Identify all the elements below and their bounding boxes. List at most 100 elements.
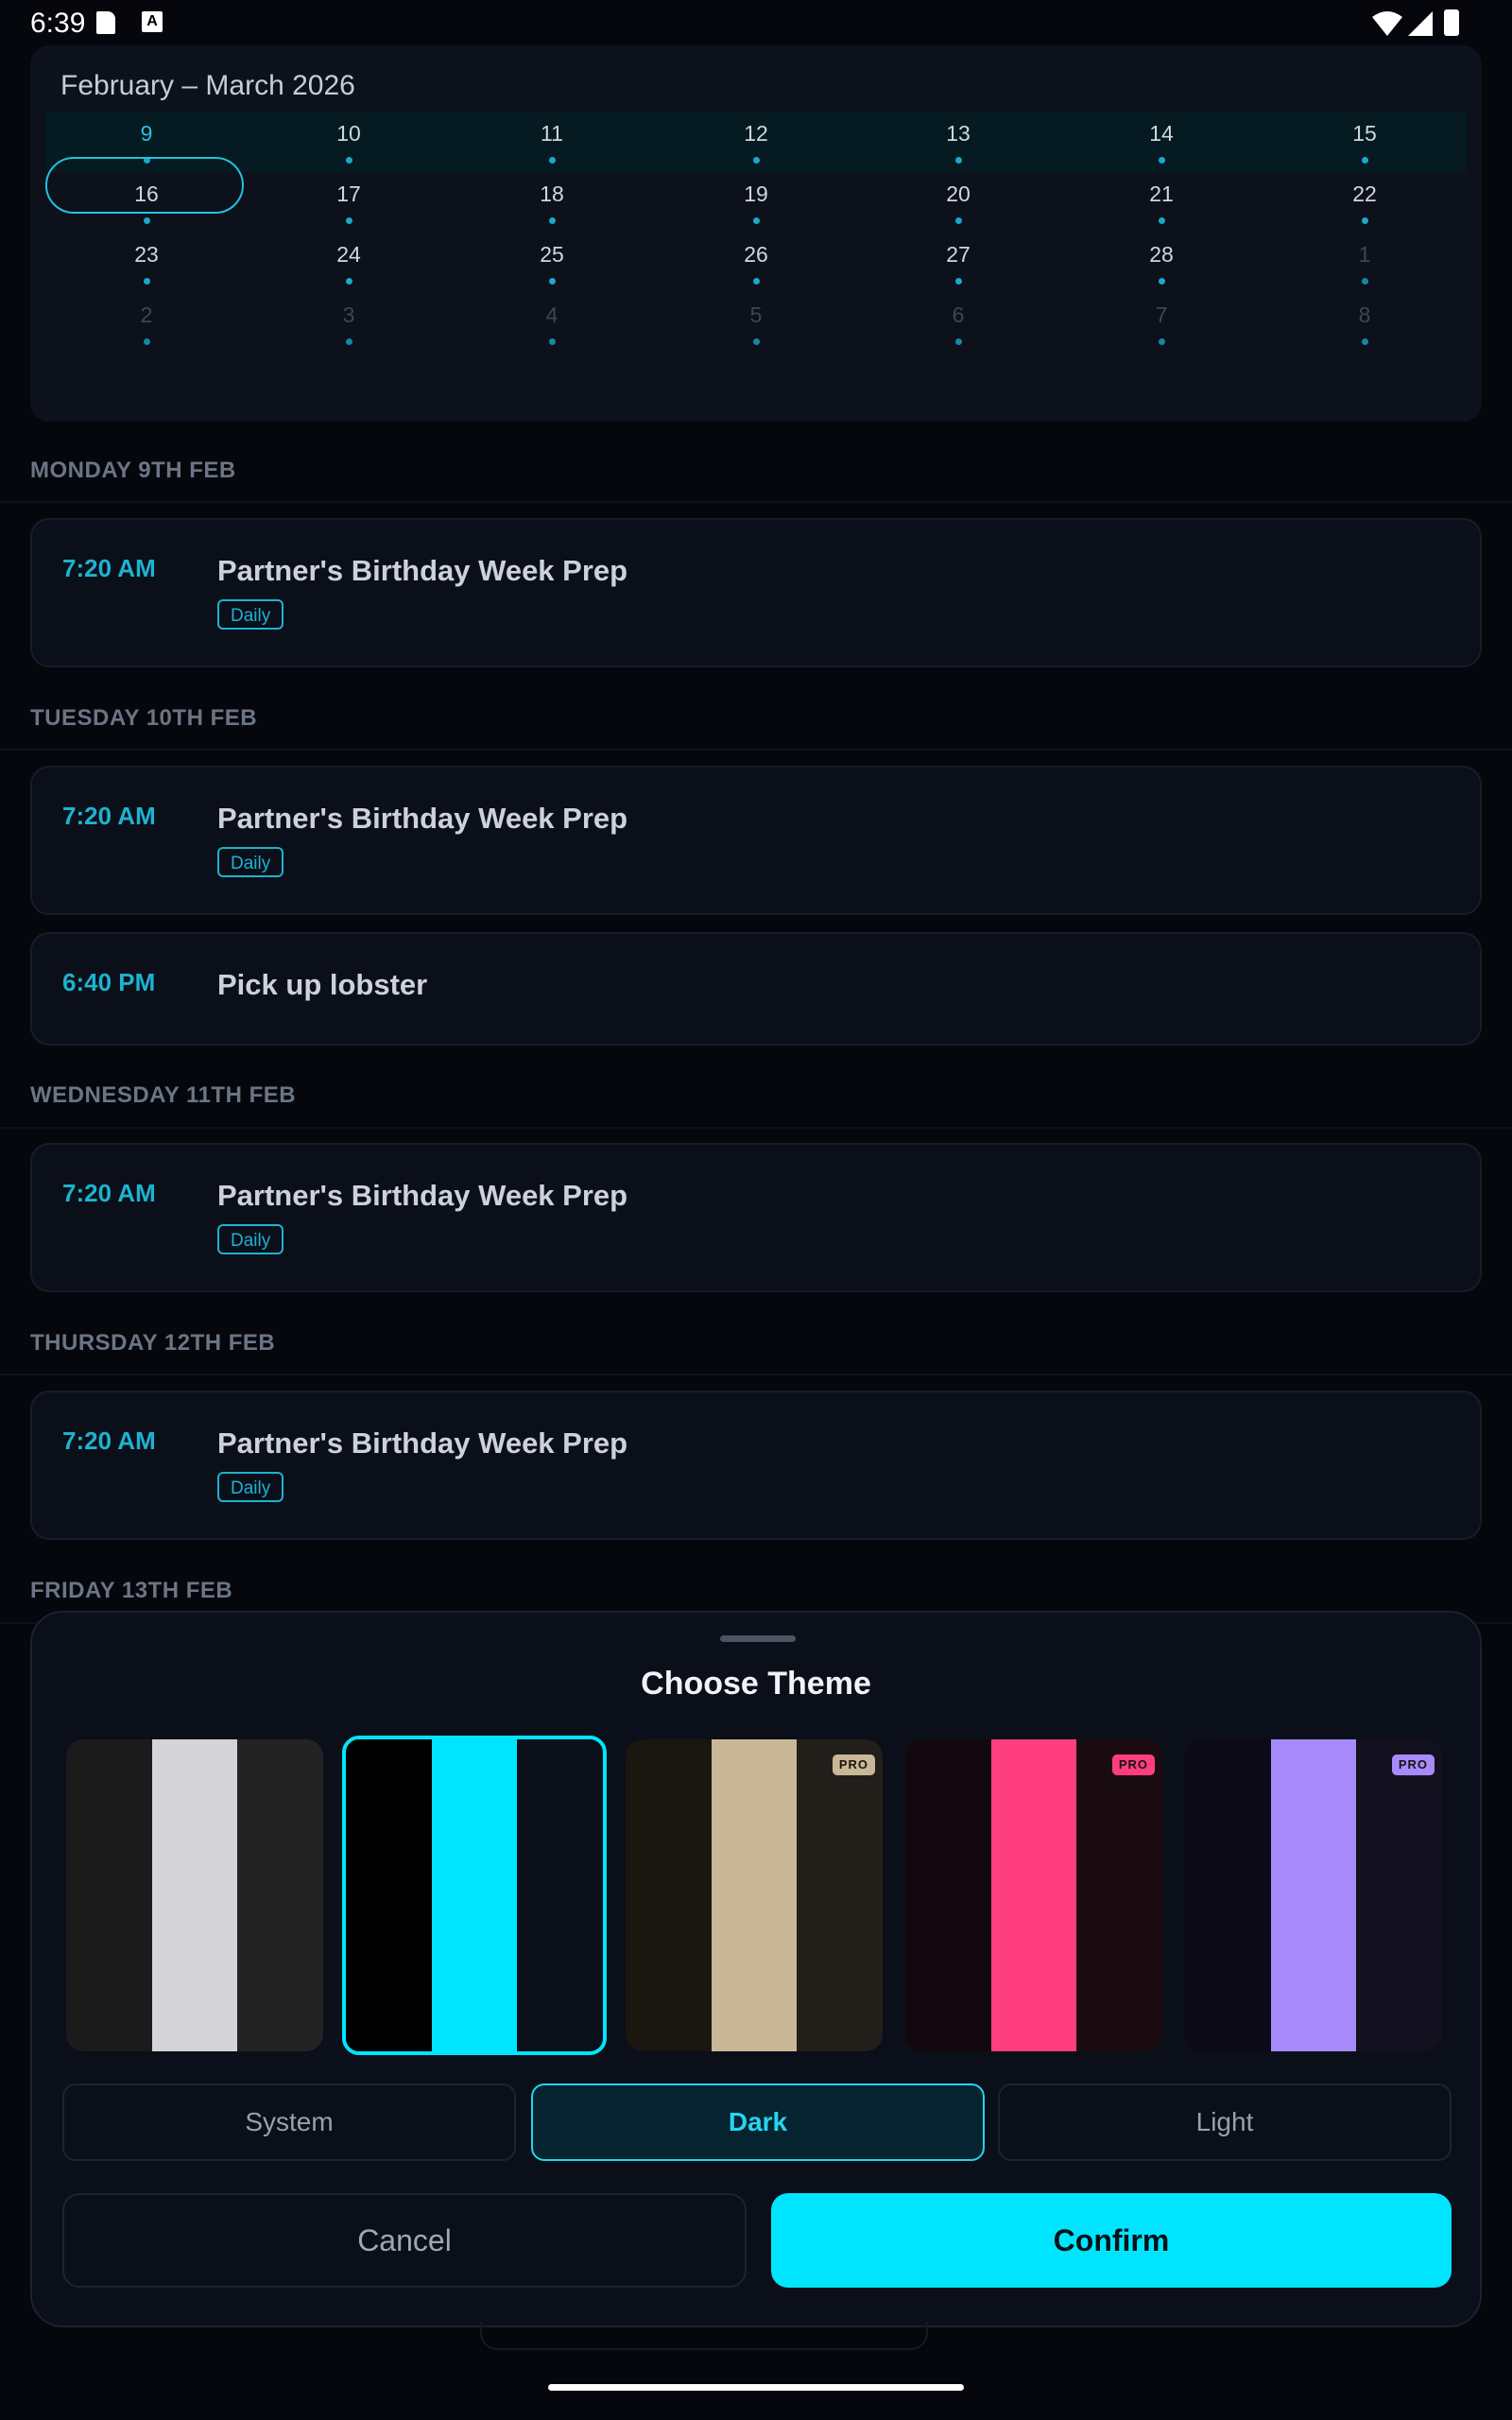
day-number: 21	[1149, 182, 1174, 206]
calendar-day[interactable]: 19	[699, 182, 813, 229]
swatch-color-band	[1076, 1739, 1162, 2051]
event-time: 7:20 AM	[62, 554, 156, 582]
day-number: 25	[540, 242, 564, 267]
calendar-week-row: 16 17 18 19 20 21 22	[45, 172, 1467, 233]
event-dot	[955, 278, 962, 285]
calendar-week-row: 9 10 11 12 13 14 15	[45, 112, 1467, 172]
theme-swatch[interactable]: PRO	[905, 1739, 1162, 2051]
section-divider	[0, 749, 1512, 751]
calendar-day[interactable]: 13	[902, 121, 1015, 168]
calendar-day[interactable]: 22	[1308, 182, 1421, 229]
event-card[interactable]: 7:20 AM Partner's Birthday Week Prep Daily	[30, 518, 1482, 667]
swatch-color-band	[1356, 1739, 1442, 2051]
swatch-color-band	[626, 1739, 712, 2051]
theme-bottom-sheet: Choose Theme PRO PRO PRO System Dark Light C…	[30, 1611, 1482, 2327]
event-card[interactable]: 7:20 AM Partner's Birthday Week Prep Daily	[30, 1391, 1482, 1540]
battery-icon	[1444, 9, 1459, 36]
swatch-color-band	[66, 1739, 152, 2051]
calendar-day[interactable]: 5	[699, 302, 813, 350]
wifi-icon	[1372, 11, 1402, 36]
section-divider	[0, 1374, 1512, 1375]
drag-handle[interactable]	[720, 1635, 796, 1642]
event-dot	[346, 157, 352, 164]
calendar-day[interactable]: 17	[292, 182, 405, 229]
calendar-day[interactable]: 14	[1105, 121, 1218, 168]
event-dot	[549, 217, 556, 224]
calendar-day[interactable]: 8	[1308, 302, 1421, 350]
calendar-day[interactable]: 28	[1105, 242, 1218, 289]
swatch-color-band	[1270, 1739, 1357, 2051]
selected-day-ring	[45, 157, 244, 214]
event-time: 7:20 AM	[62, 802, 156, 830]
calendar-day[interactable]: 12	[699, 121, 813, 168]
calendar-day[interactable]: 1	[1308, 242, 1421, 289]
day-number: 27	[946, 242, 971, 267]
event-title: Partner's Birthday Week Prep	[217, 1179, 628, 1212]
event-card[interactable]: 6:40 PM Pick up lobster	[30, 932, 1482, 1046]
calendar-day[interactable]: 7	[1105, 302, 1218, 350]
cancel-button[interactable]: Cancel	[62, 2193, 747, 2288]
calendar-day[interactable]: 26	[699, 242, 813, 289]
calendar-day[interactable]: 15	[1308, 121, 1421, 168]
event-dot	[1159, 157, 1165, 164]
calendar-day[interactable]: 4	[495, 302, 609, 350]
day-number: 2	[140, 302, 153, 327]
calendar-day[interactable]: 20	[902, 182, 1015, 229]
theme-swatch[interactable]	[342, 1736, 607, 2055]
day-number: 6	[952, 302, 965, 327]
calendar-day[interactable]: 27	[902, 242, 1015, 289]
theme-swatch[interactable]: PRO	[1185, 1739, 1442, 2051]
calendar-day[interactable]: 18	[495, 182, 609, 229]
theme-swatch[interactable]	[66, 1739, 323, 2051]
swatch-color-band	[797, 1739, 883, 2051]
event-dot	[1159, 278, 1165, 285]
day-number: 18	[540, 182, 564, 206]
cell-signal-icon	[1408, 11, 1433, 36]
day-number: 26	[744, 242, 768, 267]
obscured-element	[480, 2322, 928, 2350]
day-number: 1	[1358, 242, 1371, 267]
swatch-color-band	[151, 1739, 238, 2051]
calendar-day[interactable]: 3	[292, 302, 405, 350]
recurrence-badge: Daily	[217, 847, 284, 877]
calendar-day[interactable]: 11	[495, 121, 609, 168]
day-number: 22	[1352, 182, 1377, 206]
swatch-color-band	[990, 1739, 1077, 2051]
mode-option-system[interactable]: System	[62, 2083, 516, 2161]
mode-option-light[interactable]: Light	[998, 2083, 1452, 2161]
pro-badge: PRO	[1111, 1754, 1155, 1775]
calendar-day[interactable]: 24	[292, 242, 405, 289]
calendar-day[interactable]: 6	[902, 302, 1015, 350]
event-title: Partner's Birthday Week Prep	[217, 554, 628, 587]
event-card[interactable]: 7:20 AM Partner's Birthday Week Prep Daily	[30, 766, 1482, 915]
calendar-day[interactable]: 23	[90, 242, 203, 289]
month-calendar: February – March 2026 MonTueWedThuFriSat…	[30, 45, 1482, 422]
calendar-day[interactable]: 10	[292, 121, 405, 168]
calendar-day[interactable]: 21	[1105, 182, 1218, 229]
home-indicator[interactable]	[548, 2384, 964, 2391]
confirm-button[interactable]: Confirm	[771, 2193, 1452, 2288]
day-number: 11	[541, 121, 563, 146]
event-dot	[955, 338, 962, 345]
event-title: Partner's Birthday Week Prep	[217, 1426, 628, 1460]
theme-swatch[interactable]: PRO	[626, 1739, 883, 2051]
mode-option-dark[interactable]: Dark	[531, 2083, 985, 2161]
swatch-color-band	[237, 1739, 323, 2051]
event-dot	[753, 217, 760, 224]
swatch-color-band	[905, 1739, 991, 2051]
calendar-day[interactable]: 25	[495, 242, 609, 289]
event-dot	[1362, 278, 1368, 285]
status-time: 6:39	[30, 8, 86, 39]
pro-badge: PRO	[832, 1754, 875, 1775]
event-dot	[1362, 157, 1368, 164]
recurrence-badge: Daily	[217, 1472, 284, 1502]
event-card[interactable]: 7:20 AM Partner's Birthday Week Prep Daily	[30, 1143, 1482, 1292]
day-number: 15	[1352, 121, 1377, 146]
calendar-week-row: 2 3 4 5 6 7 8	[45, 293, 1467, 354]
event-dot	[346, 217, 352, 224]
event-dot	[753, 157, 760, 164]
day-number: 28	[1149, 242, 1174, 267]
calendar-day[interactable]: 2	[90, 302, 203, 350]
day-number: 13	[946, 121, 971, 146]
swatch-color-band	[346, 1739, 432, 2051]
